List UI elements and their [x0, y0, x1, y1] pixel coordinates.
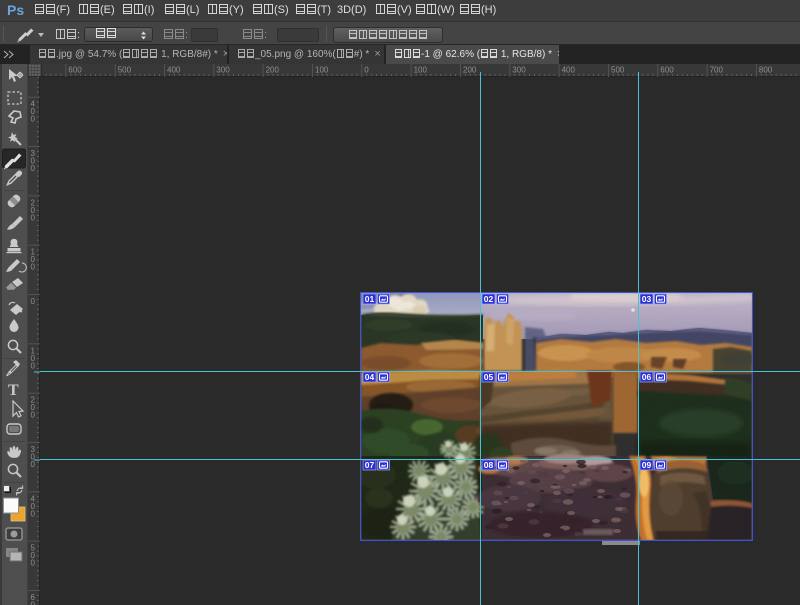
svg-text:0: 0	[31, 509, 36, 518]
svg-text:08: 08	[484, 460, 494, 470]
svg-text:0: 0	[31, 115, 36, 124]
svg-text:100: 100	[315, 66, 329, 75]
svg-text:0: 0	[31, 164, 36, 173]
svg-text:200: 200	[463, 66, 477, 75]
svg-text:05: 05	[484, 372, 494, 382]
svg-text:09: 09	[642, 460, 652, 470]
svg-text:300: 300	[216, 66, 230, 75]
svg-text:01: 01	[365, 294, 375, 304]
svg-text:0: 0	[31, 460, 36, 469]
svg-text:500: 500	[118, 66, 132, 75]
svg-text:600: 600	[68, 66, 82, 75]
svg-text:0: 0	[31, 411, 36, 420]
svg-text:400: 400	[562, 66, 576, 75]
svg-text:0: 0	[31, 559, 36, 568]
svg-text:800: 800	[759, 66, 773, 75]
svg-text:T: T	[8, 382, 19, 399]
svg-text:0: 0	[31, 213, 36, 222]
svg-text:400: 400	[167, 66, 181, 75]
svg-text:02: 02	[484, 294, 494, 304]
svg-text:600: 600	[660, 66, 674, 75]
svg-text:07: 07	[365, 460, 375, 470]
svg-text:700: 700	[710, 66, 724, 75]
svg-text:0: 0	[31, 297, 36, 306]
svg-text:200: 200	[266, 66, 280, 75]
svg-text:06: 06	[642, 372, 652, 382]
svg-text:300: 300	[512, 66, 526, 75]
svg-text:04: 04	[365, 372, 375, 382]
svg-text:0: 0	[31, 601, 36, 605]
svg-text:100: 100	[414, 66, 428, 75]
svg-text:03: 03	[642, 294, 652, 304]
svg-text:0: 0	[31, 263, 36, 272]
svg-text:0: 0	[364, 66, 369, 75]
svg-text:0: 0	[31, 361, 36, 370]
svg-text:500: 500	[611, 66, 625, 75]
